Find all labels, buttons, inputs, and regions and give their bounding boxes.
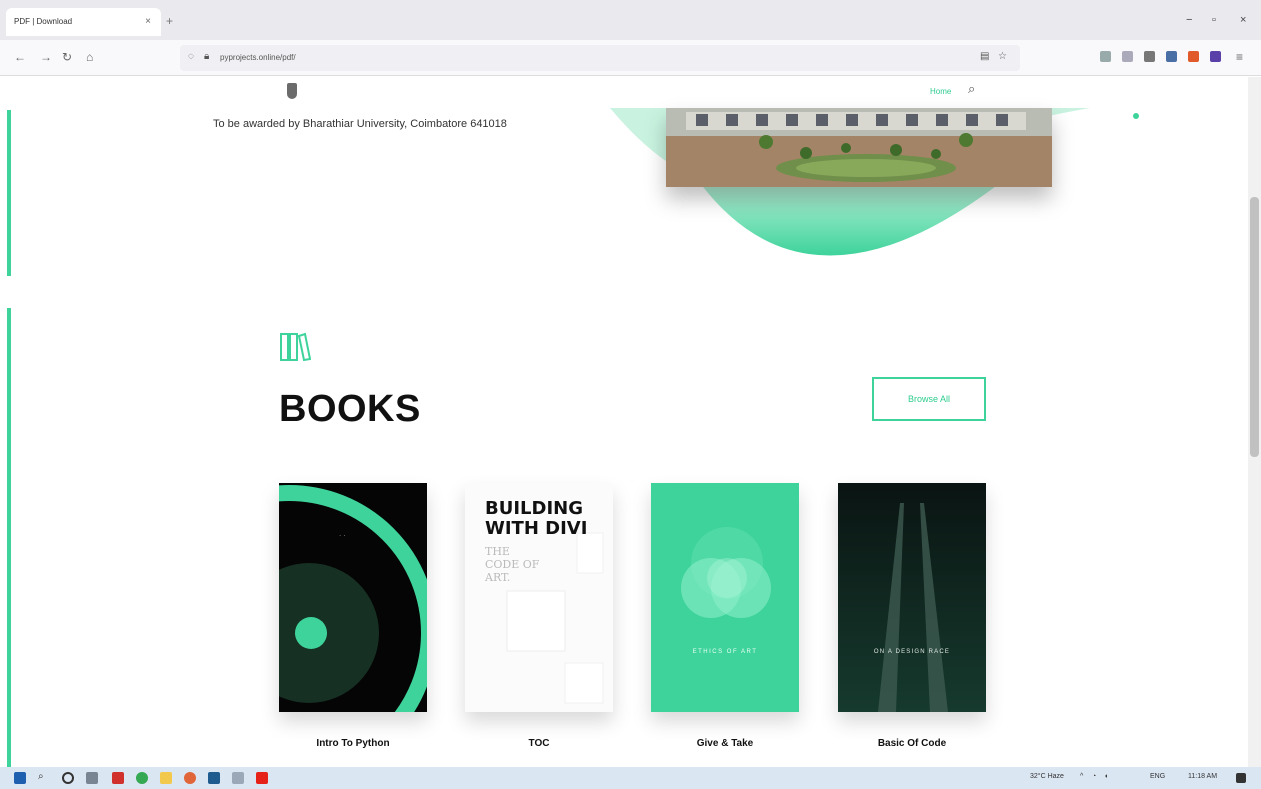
book-cover-give-and-take[interactable]: ETHICS OF ART [651, 483, 799, 712]
reader-view-icon[interactable]: ▤ [980, 51, 989, 62]
pocket-icon[interactable] [1100, 51, 1111, 62]
books-icon [280, 332, 311, 362]
home-icon[interactable]: ⌂ [86, 50, 93, 64]
cover-title-block: BUILDING WITH DIVI [485, 499, 587, 539]
search-icon[interactable]: ⌕ [968, 81, 975, 97]
youtube-icon[interactable] [256, 772, 268, 784]
close-window-button[interactable]: × [1240, 14, 1246, 26]
cover-subtitle-block: THE CODE OF ART. [485, 545, 539, 584]
lock-icon[interactable]: 🔒︎ [204, 51, 209, 62]
notification-icon[interactable] [1236, 773, 1246, 783]
cover-subtitle-line: ART. [485, 571, 511, 584]
library-icon[interactable] [1122, 51, 1133, 62]
site-header: Home ⌕ [0, 77, 1248, 109]
left-accent-bar [7, 110, 11, 276]
file-explorer-icon[interactable] [160, 772, 172, 784]
nav-home-link[interactable]: Home [930, 87, 951, 96]
hero-wave-bottom [700, 183, 1000, 256]
back-icon[interactable]: ← [14, 50, 26, 64]
tab-close-icon[interactable]: × [145, 16, 151, 27]
browser-tab-bar: PDF | Download × + − ▫ × [0, 0, 1261, 40]
task-view-icon[interactable] [86, 772, 98, 784]
cover-caption: ON A DESIGN RACE [873, 649, 951, 655]
browse-all-button[interactable]: Browse All [872, 377, 986, 421]
app-icon-blue[interactable] [208, 772, 220, 784]
app-icon-gray[interactable] [232, 772, 244, 784]
forward-icon[interactable]: → [40, 50, 52, 64]
menu-icon[interactable]: ≡ [1236, 50, 1243, 64]
firefox-icon[interactable] [184, 772, 196, 784]
cover-art-circles: · · [279, 485, 427, 712]
volume-icon[interactable]: ◖ [1104, 773, 1108, 780]
cover-caption: ETHICS OF ART [692, 649, 758, 655]
book-title[interactable]: Intro To Python [279, 738, 427, 749]
cover-subtitle-line: THE [485, 545, 510, 558]
cover-subtitle-line: CODE OF [485, 558, 540, 571]
maximize-button[interactable]: ▫ [1212, 14, 1216, 26]
book-cover-intro-to-python[interactable]: · · [279, 483, 427, 712]
book-title[interactable]: Give & Take [651, 738, 799, 749]
campus-photo-illustration [666, 108, 1052, 187]
tray-chevron-icon[interactable]: ^ [1080, 773, 1083, 780]
windows-taskbar: ⌕ 32°C Haze ^ ◔ ◖ ENG 11:18 AM [0, 767, 1261, 789]
browser-tab[interactable]: PDF | Download × [6, 8, 161, 36]
weather-widget[interactable]: 32°C Haze [1030, 773, 1064, 780]
cover-art-venn [681, 527, 771, 618]
addon-icon[interactable] [1188, 51, 1199, 62]
cortana-icon[interactable] [62, 772, 74, 784]
network-icon[interactable]: ◔ [1092, 773, 1096, 780]
svg-text:· ·: · · [339, 532, 346, 540]
cover-art-road [838, 483, 986, 712]
tab-title: PDF | Download [14, 17, 73, 26]
pen-icon[interactable] [1144, 51, 1155, 62]
cover-title-line: BUILDING [485, 498, 583, 519]
start-button-icon[interactable] [14, 772, 26, 784]
clock[interactable]: 11:18 AM [1188, 773, 1217, 780]
chrome-icon[interactable] [136, 772, 148, 784]
bookmark-star-icon[interactable]: ☆ [998, 51, 1007, 62]
url-text[interactable]: pyprojects.online/pdf/ [220, 53, 296, 62]
cover-title-line: WITH DIVI [485, 518, 588, 539]
left-accent-bar [7, 308, 11, 767]
search-taskbar-icon[interactable]: ⌕ [38, 771, 44, 782]
page-scrollbar[interactable] [1248, 77, 1261, 767]
section-title: BOOKS [279, 388, 421, 430]
new-tab-button[interactable]: + [166, 14, 173, 28]
reload-icon[interactable]: ↻ [62, 50, 72, 64]
address-bar[interactable]: ◌ 🔒︎ pyprojects.online/pdf/ ▤ ☆ [180, 45, 1020, 71]
book-cover-basic-of-code[interactable]: ON A DESIGN RACE [838, 483, 986, 712]
shield-icon[interactable]: ◌ [188, 51, 194, 62]
profile-icon[interactable] [1210, 51, 1221, 62]
extension-icon[interactable] [1166, 51, 1177, 62]
browser-nav-bar: ← → ↻ ⌂ ◌ 🔒︎ pyprojects.online/pdf/ ▤ ☆ … [0, 40, 1261, 76]
minimize-button[interactable]: − [1186, 14, 1192, 26]
book-title[interactable]: TOC [465, 738, 613, 749]
book-cover-toc[interactable]: BUILDING WITH DIVI THE CODE OF ART. [465, 483, 613, 712]
book-title[interactable]: Basic Of Code [838, 738, 986, 749]
scrollbar-thumb[interactable] [1250, 197, 1259, 457]
hero-campus-photo [666, 108, 1052, 187]
site-logo[interactable] [287, 83, 297, 99]
award-text: To be awarded by Bharathiar University, … [213, 118, 507, 130]
decorative-dot [1133, 113, 1139, 119]
app-icon-filezilla[interactable] [112, 772, 124, 784]
language-indicator[interactable]: ENG [1150, 773, 1165, 780]
